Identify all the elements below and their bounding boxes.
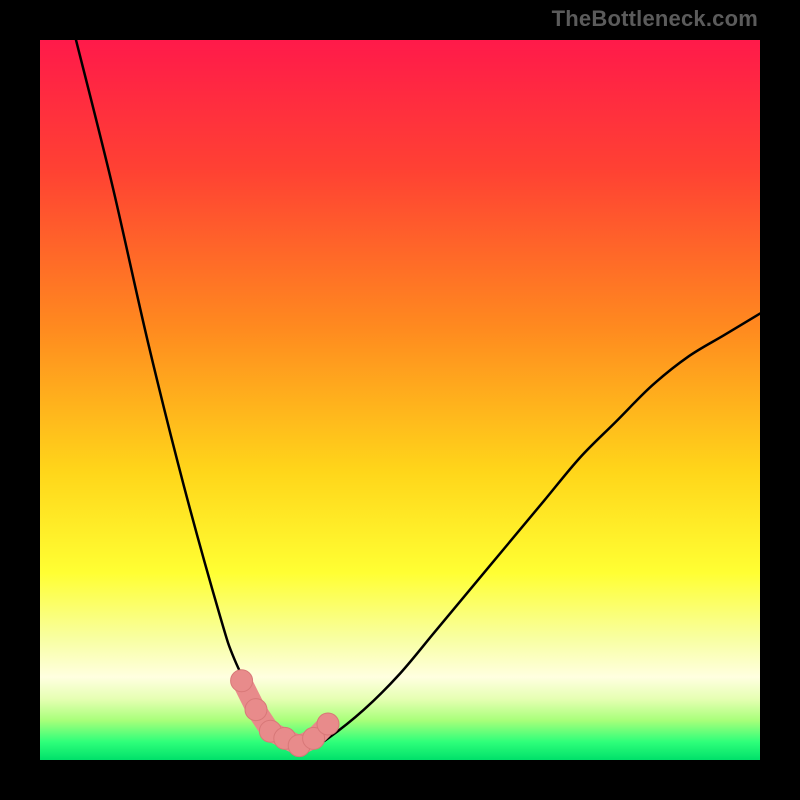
bottleneck-curve (76, 40, 760, 747)
marker-dot (245, 699, 267, 721)
marker-group (231, 670, 339, 757)
watermark-text: TheBottleneck.com (552, 6, 758, 32)
plot-area (40, 40, 760, 760)
marker-dot (317, 713, 339, 735)
outer-frame: TheBottleneck.com (0, 0, 800, 800)
marker-dot (231, 670, 253, 692)
chart-svg (40, 40, 760, 760)
